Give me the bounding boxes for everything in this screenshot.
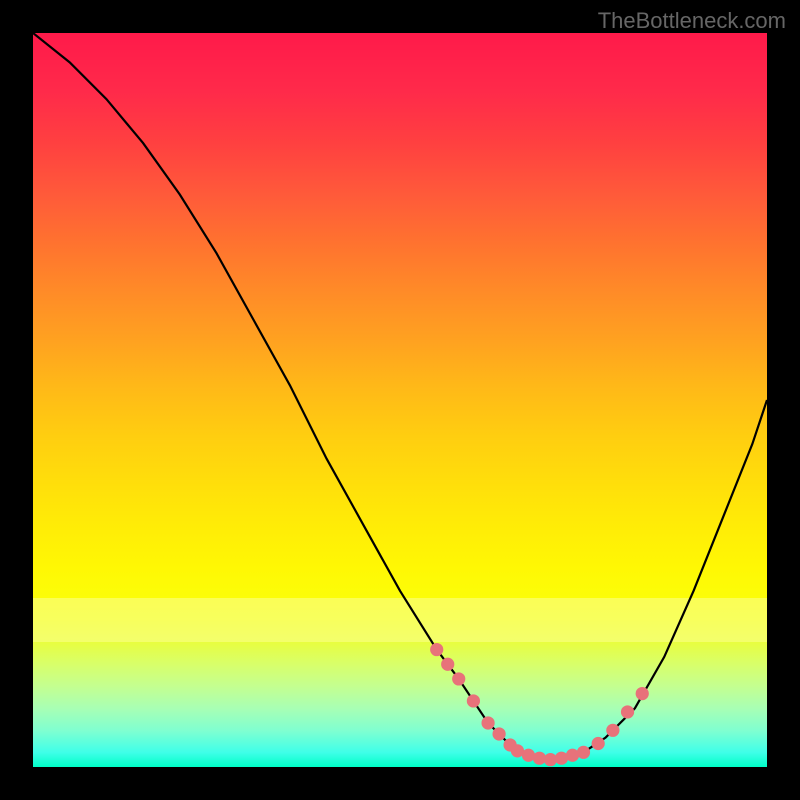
bottleneck-curve (33, 33, 767, 760)
highlight-dot (467, 694, 480, 707)
highlight-dot (430, 643, 443, 656)
highlight-dot (606, 724, 619, 737)
chart-area (33, 33, 767, 767)
highlight-dot (577, 746, 590, 759)
highlight-dot (452, 672, 465, 685)
highlight-dot (592, 737, 605, 750)
highlight-dot (441, 658, 454, 671)
highlight-dot (621, 705, 634, 718)
watermark-text: TheBottleneck.com (598, 8, 786, 34)
highlight-dot (636, 687, 649, 700)
highlight-dot (492, 727, 505, 740)
highlight-dots-group (430, 643, 649, 766)
highlight-dot (481, 716, 494, 729)
chart-svg (33, 33, 767, 767)
